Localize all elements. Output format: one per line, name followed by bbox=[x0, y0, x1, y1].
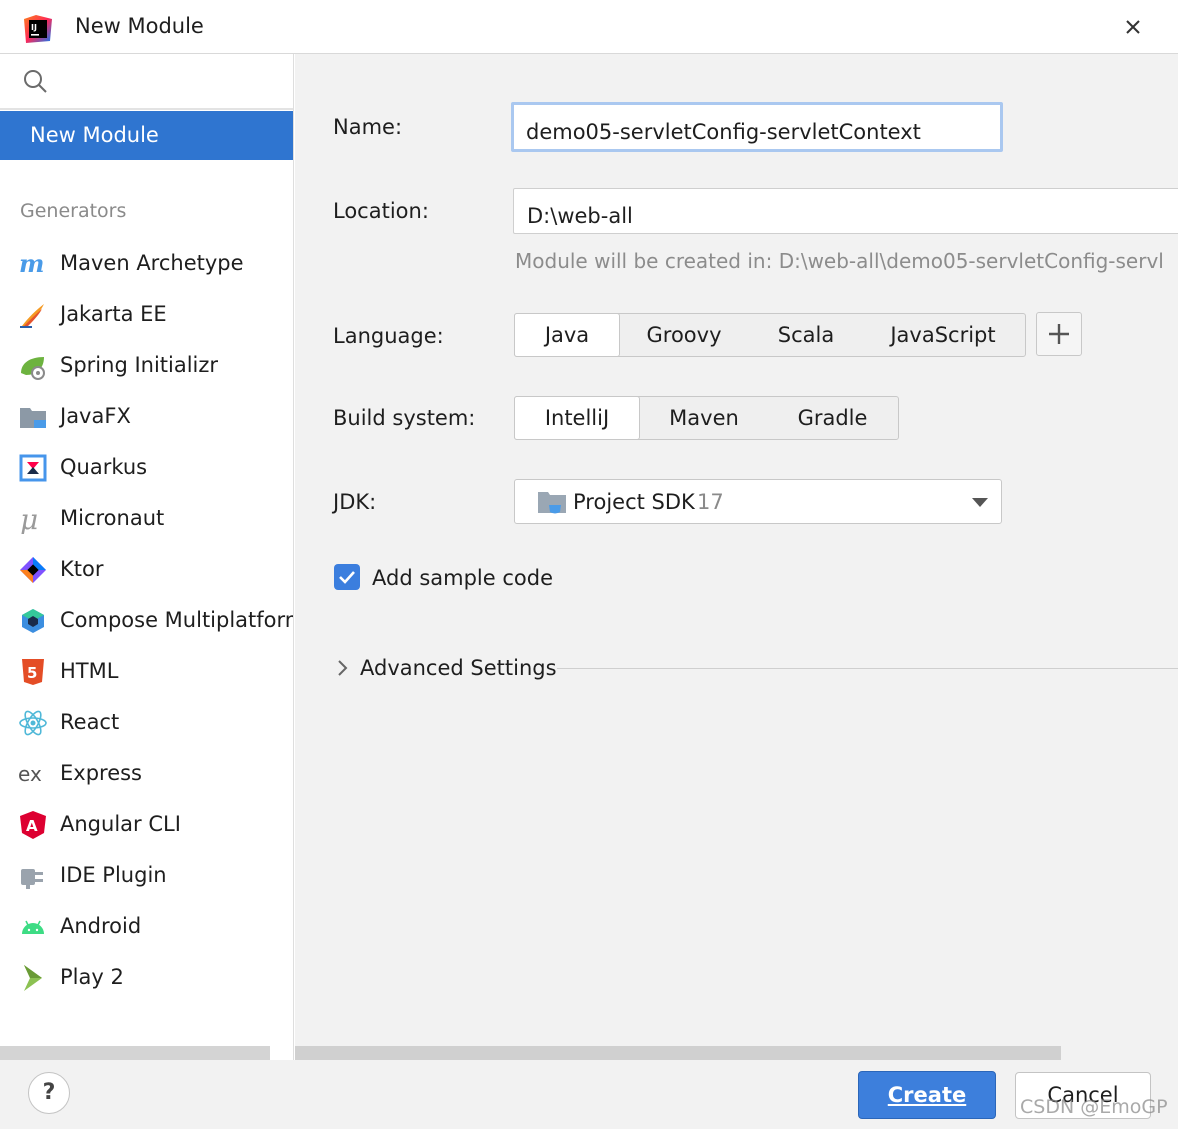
sidebar-item-ide-plugin[interactable]: IDE Plugin bbox=[0, 852, 293, 898]
sidebar-item-spring-initializr[interactable]: Spring Initializr bbox=[0, 342, 293, 388]
sidebar-item-compose-multiplatform[interactable]: Compose Multiplatform bbox=[0, 597, 294, 643]
name-label: Name: bbox=[333, 115, 403, 139]
sidebar-item-micronaut[interactable]: μ Micronaut bbox=[0, 495, 293, 541]
sidebar-item-label: Spring Initializr bbox=[60, 353, 219, 377]
generators-heading: Generators bbox=[20, 200, 127, 222]
sidebar-item-label: Express bbox=[60, 761, 143, 785]
sidebar-item-label: Maven Archetype bbox=[60, 251, 244, 275]
watermark: CSDN @EmoGP bbox=[1020, 1096, 1168, 1118]
jdk-label: JDK: bbox=[333, 490, 377, 514]
location-hint: Module will be created in: D:\web-all\de… bbox=[515, 249, 1164, 273]
sidebar-item-label: Android bbox=[60, 914, 142, 938]
android-icon bbox=[22, 920, 44, 934]
search-divider bbox=[0, 108, 293, 110]
sidebar-item-new-module[interactable]: New Module bbox=[0, 111, 293, 160]
jdk-value: Project SDK bbox=[573, 490, 695, 514]
checkmark-icon bbox=[339, 571, 355, 584]
sidebar-item-maven-archetype[interactable]: m Maven Archetype bbox=[0, 240, 293, 286]
language-selector: Java Groovy Scala JavaScript bbox=[514, 313, 1026, 357]
main-scrollbar[interactable] bbox=[295, 1046, 1061, 1060]
jakarta-ee-icon bbox=[20, 304, 44, 328]
sample-code-label[interactable]: Add sample code bbox=[372, 566, 553, 590]
svg-text:5: 5 bbox=[27, 664, 37, 682]
sidebar-item-angular-cli[interactable]: A Angular CLI bbox=[0, 801, 293, 847]
build-option-gradle[interactable]: Gradle bbox=[769, 397, 896, 439]
close-icon[interactable] bbox=[1116, 10, 1150, 44]
language-option-java[interactable]: Java bbox=[514, 313, 620, 357]
sidebar-item-label: JavaFX bbox=[60, 404, 131, 428]
chevron-right-icon[interactable] bbox=[335, 658, 349, 678]
language-option-javascript[interactable]: JavaScript bbox=[863, 314, 1023, 356]
sidebar-item-quarkus[interactable]: Quarkus bbox=[0, 444, 293, 490]
language-option-scala[interactable]: Scala bbox=[749, 314, 863, 356]
svg-text:A: A bbox=[26, 817, 38, 835]
build-option-intellij[interactable]: IntelliJ bbox=[514, 396, 640, 440]
ktor-icon bbox=[20, 557, 46, 583]
sidebar-item-label: IDE Plugin bbox=[60, 863, 167, 887]
sidebar-item-label: Compose Multiplatform bbox=[60, 608, 294, 632]
sidebar-item-express[interactable]: ex Express bbox=[0, 750, 293, 796]
sidebar-item-jakarta-ee[interactable]: Jakarta EE bbox=[0, 291, 293, 337]
angular-icon: A bbox=[20, 811, 46, 839]
build-option-maven[interactable]: Maven bbox=[639, 397, 769, 439]
sidebar-item-html[interactable]: 5 HTML bbox=[0, 648, 293, 694]
add-language-button[interactable] bbox=[1036, 312, 1082, 356]
svg-text:m: m bbox=[19, 249, 44, 278]
sidebar-item-label: Ktor bbox=[60, 557, 104, 581]
plus-icon bbox=[1049, 324, 1069, 344]
sidebar: New Module Generators m Maven Archetype … bbox=[0, 54, 294, 1060]
spring-icon bbox=[21, 357, 45, 380]
sdk-folder-icon bbox=[538, 492, 566, 514]
dialog-footer: ? Create Cancel bbox=[0, 1060, 1178, 1129]
sidebar-item-label: Angular CLI bbox=[60, 812, 181, 836]
sidebar-item-label: Quarkus bbox=[60, 455, 148, 479]
search-icon[interactable] bbox=[22, 68, 48, 94]
location-label: Location: bbox=[333, 199, 429, 223]
html5-icon: 5 bbox=[22, 659, 44, 685]
intellij-logo-icon: IJ bbox=[24, 15, 52, 43]
javafx-icon bbox=[20, 408, 46, 428]
plugin-icon bbox=[21, 869, 43, 889]
module-settings-panel: Name: Location: Module will be created i… bbox=[295, 54, 1178, 1060]
jdk-version: 17 bbox=[697, 490, 724, 514]
build-system-selector: IntelliJ Maven Gradle bbox=[514, 396, 899, 440]
create-button[interactable]: Create bbox=[858, 1071, 996, 1119]
create-button-label: Create bbox=[887, 1083, 967, 1107]
sidebar-item-android[interactable]: Android bbox=[0, 903, 293, 949]
sidebar-item-label: Micronaut bbox=[60, 506, 165, 530]
window-title: New Module bbox=[75, 14, 204, 38]
react-icon bbox=[19, 710, 47, 736]
express-icon: ex bbox=[18, 762, 42, 786]
sidebar-item-javafx[interactable]: JavaFX bbox=[0, 393, 293, 439]
sidebar-item-label: HTML bbox=[60, 659, 119, 683]
language-option-groovy[interactable]: Groovy bbox=[619, 314, 749, 356]
sidebar-item-label: Jakarta EE bbox=[60, 302, 167, 326]
micronaut-icon: μ bbox=[20, 504, 38, 534]
quarkus-icon bbox=[19, 454, 47, 482]
sidebar-item-play-2[interactable]: Play 2 bbox=[0, 954, 293, 1000]
maven-icon: m bbox=[19, 249, 44, 278]
help-button[interactable]: ? bbox=[28, 1072, 70, 1114]
advanced-settings-toggle[interactable]: Advanced Settings bbox=[360, 656, 557, 680]
compose-icon bbox=[22, 609, 44, 633]
sidebar-item-ktor[interactable]: Ktor bbox=[0, 546, 293, 592]
sidebar-scrollbar[interactable] bbox=[0, 1046, 270, 1060]
svg-text:ex: ex bbox=[18, 762, 42, 786]
svg-text:IJ: IJ bbox=[31, 23, 37, 32]
build-system-label: Build system: bbox=[333, 406, 476, 430]
jdk-dropdown[interactable]: Project SDK 17 bbox=[514, 479, 1002, 524]
name-field[interactable] bbox=[511, 102, 1003, 152]
advanced-divider bbox=[557, 668, 1178, 669]
svg-text:μ: μ bbox=[20, 504, 38, 534]
sidebar-item-label: Play 2 bbox=[60, 965, 124, 989]
location-field[interactable] bbox=[513, 188, 1178, 234]
sidebar-item-label: React bbox=[60, 710, 120, 734]
title-bar: IJ New Module bbox=[0, 0, 1178, 54]
language-label: Language: bbox=[333, 324, 444, 348]
chevron-down-icon bbox=[972, 498, 988, 507]
play-icon bbox=[24, 965, 42, 991]
sample-code-checkbox[interactable] bbox=[334, 564, 360, 590]
sidebar-item-react[interactable]: React bbox=[0, 699, 293, 745]
